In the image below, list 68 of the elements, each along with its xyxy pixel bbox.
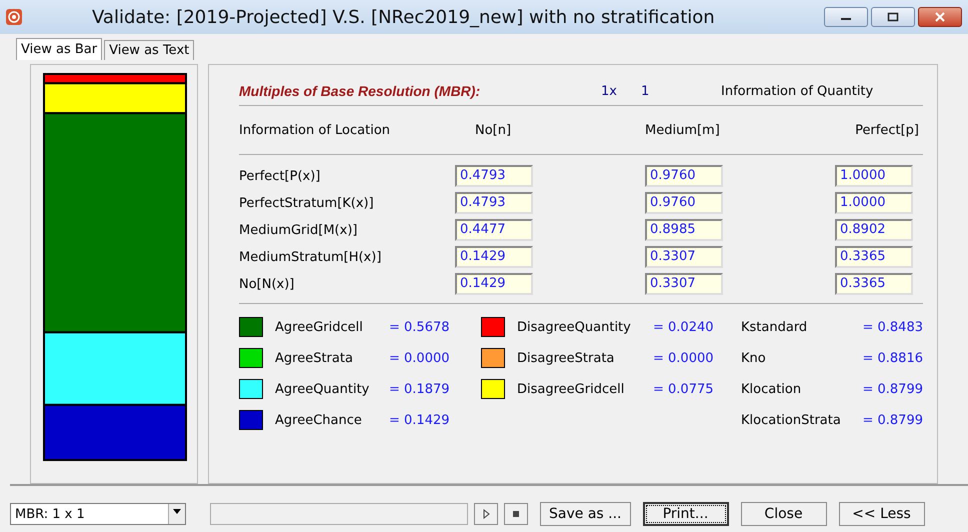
mbr-dropdown[interactable]: MBR: 1 x 1 [10, 503, 186, 525]
value-field[interactable]: 0.8902 [835, 219, 913, 241]
tab[interactable]: View as Text [104, 40, 194, 60]
row-label: Perfect[P(x)] [239, 168, 322, 184]
row-label: No[N(x)] [239, 276, 296, 292]
minimize-button[interactable] [824, 7, 868, 27]
value-field[interactable]: 0.4477 [455, 219, 533, 241]
column-heading: Perfect[p] [854, 122, 920, 138]
mbr-x: 1x [601, 84, 618, 98]
value-field[interactable]: 0.3307 [645, 246, 723, 268]
stop-icon [511, 509, 521, 519]
kappa-label: Klocation [741, 382, 802, 396]
legend-label: DisagreeGridcell [517, 382, 626, 396]
value-field[interactable]: 0.1429 [455, 246, 533, 268]
kappa-value: = 0.8483 [862, 320, 923, 334]
value-field[interactable]: 1.0000 [835, 192, 913, 214]
mbr-label: Multiples of Base Resolution (MBR): [239, 83, 482, 99]
kappa-label: Kno [741, 350, 767, 366]
legend-value: = 0.1429 [389, 412, 450, 428]
play-button[interactable] [474, 503, 498, 525]
dialog-button[interactable]: Print... [642, 502, 728, 526]
legend-value: = 0.0240 [653, 320, 714, 334]
dialog-button[interactable]: Save as ... [540, 502, 630, 526]
row-label: PerfectStratum[K(x)] [239, 196, 375, 210]
play-icon [481, 509, 491, 519]
column-heading: Information of Location [239, 122, 392, 138]
legend-label: DisagreeStrata [517, 350, 616, 366]
value-field[interactable]: 0.9760 [645, 165, 723, 187]
legend-value: = 0.5678 [389, 320, 450, 334]
kappa-value: = 0.8799 [862, 382, 923, 396]
legend-value: = 0.1879 [389, 382, 450, 396]
legend-value: = 0.0000 [389, 350, 450, 366]
value-field[interactable]: 0.4793 [455, 192, 533, 214]
value-field[interactable]: 0.4793 [455, 165, 533, 187]
kappa-value: = 0.8799 [862, 412, 923, 428]
legend-value: = 0.0775 [653, 382, 714, 396]
dialog-button[interactable]: << Less [838, 502, 924, 526]
maximize-icon [887, 12, 899, 22]
dialog-button[interactable]: Close [740, 502, 826, 526]
stop-button[interactable] [504, 503, 528, 525]
value-field[interactable]: 0.8985 [645, 219, 723, 241]
row-label: MediumGrid[M(x)] [239, 222, 358, 238]
column-group-heading: Information of Quantity [721, 84, 874, 98]
value-field[interactable]: 0.3365 [835, 273, 913, 295]
legend-label: AgreeGridcell [275, 320, 364, 334]
value-field[interactable]: 0.1429 [455, 273, 533, 295]
value-field[interactable]: 0.3365 [835, 246, 913, 268]
kappa-label: Kstandard [741, 320, 808, 334]
column-heading: No[n] [474, 122, 512, 138]
close-button[interactable] [918, 7, 962, 27]
legend-value: = 0.0000 [653, 350, 714, 366]
legend-label: AgreeStrata [275, 350, 354, 366]
value-field[interactable]: 1.0000 [835, 165, 913, 187]
close-icon [934, 12, 946, 22]
mbr-y: 1 [641, 84, 650, 98]
kappa-value: = 0.8816 [862, 350, 923, 366]
legend-label: AgreeQuantity [275, 382, 370, 396]
value-field[interactable]: 0.9760 [645, 192, 723, 214]
kappa-label: KlocationStrata [741, 412, 842, 428]
legend-label: DisagreeQuantity [517, 320, 632, 334]
maximize-button[interactable] [871, 7, 915, 27]
column-heading: Medium[m] [645, 122, 721, 138]
app-icon [6, 9, 22, 25]
row-label: MediumStratum[H(x)] [239, 250, 382, 264]
tab[interactable]: View as Bar [16, 38, 102, 60]
window-title: Validate: [2019-Projected] V.S. [NRec2019_new] with no stratification [92, 6, 716, 28]
legend-label: AgreeChance [275, 412, 363, 428]
value-field[interactable]: 0.3307 [645, 273, 723, 295]
